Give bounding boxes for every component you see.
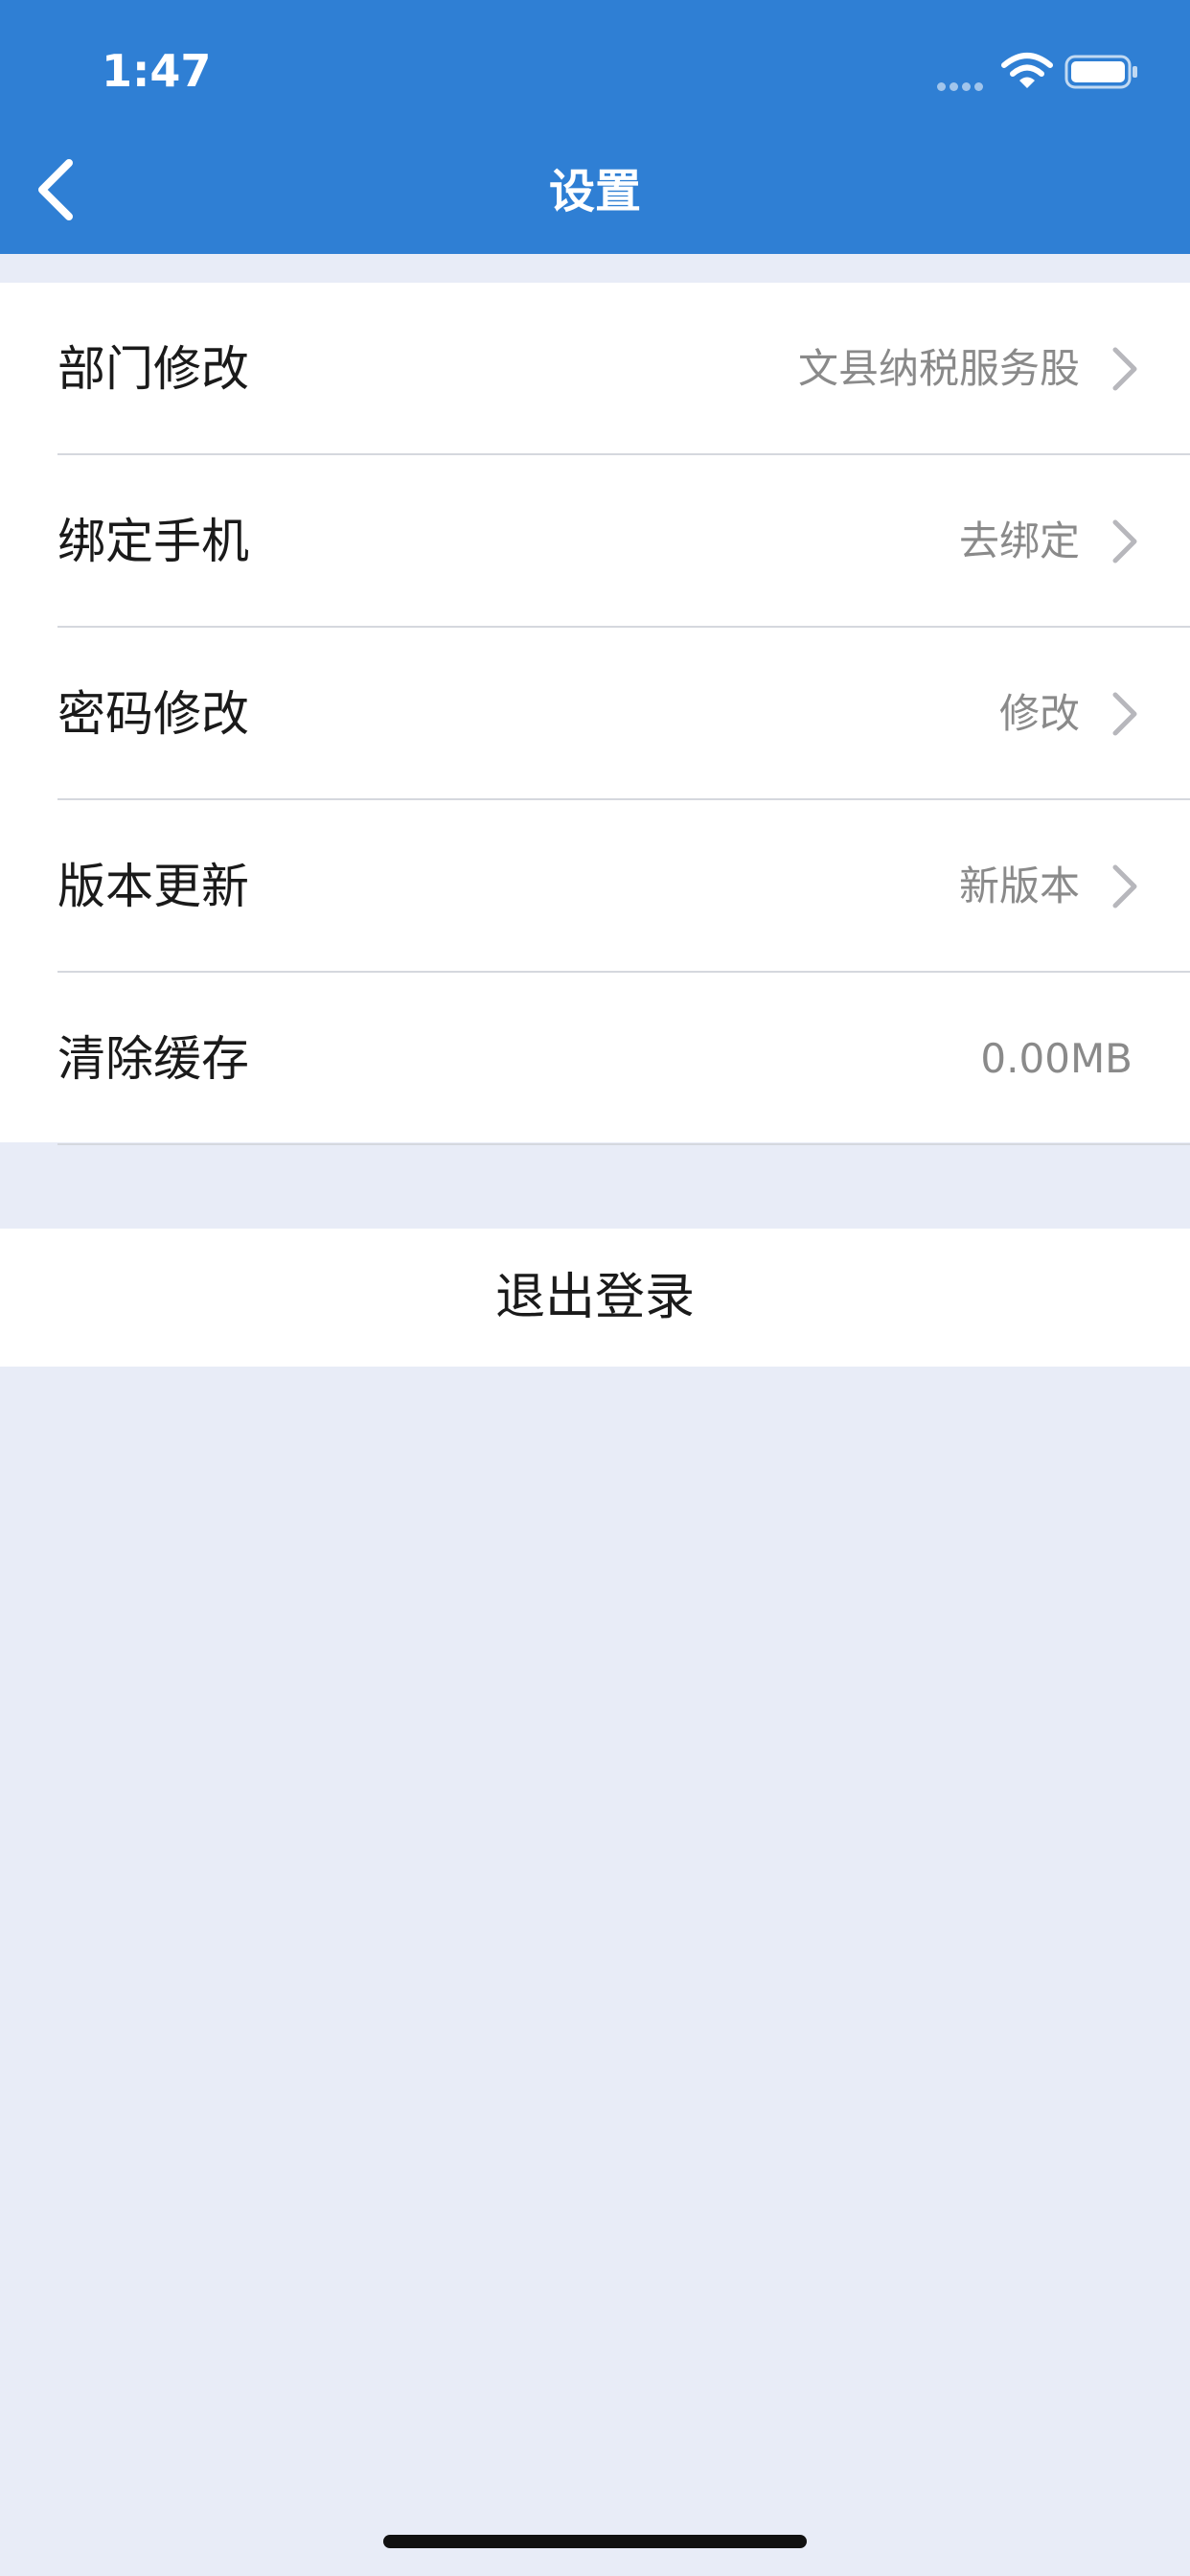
chevron-right-icon — [1112, 692, 1137, 736]
settings-item-label: 部门修改 — [57, 341, 249, 397]
page-title: 设置 — [548, 165, 641, 218]
divider — [57, 1143, 1190, 1145]
settings-item-password[interactable]: 密码修改 修改 — [0, 628, 1190, 800]
settings-item-label: 绑定手机 — [57, 514, 249, 569]
wifi-icon — [1001, 53, 1053, 88]
settings-item-value: 0.00MB — [980, 1035, 1133, 1082]
settings-item-value: 文县纳税服务股 — [797, 345, 1080, 392]
settings-item-value: 修改 — [998, 690, 1080, 737]
settings-item-bind-phone[interactable]: 绑定手机 去绑定 — [0, 455, 1190, 628]
settings-list: 部门修改 文县纳税服务股 绑定手机 去绑定 密码修改 修改 版本更新 新版本 清… — [0, 283, 1190, 1145]
chevron-right-icon — [1112, 519, 1137, 564]
settings-item-version-update[interactable]: 版本更新 新版本 — [0, 800, 1190, 973]
status-time: 1:47 — [102, 45, 212, 97]
settings-item-department[interactable]: 部门修改 文县纳税服务股 — [0, 283, 1190, 455]
settings-item-label: 清除缓存 — [57, 1031, 249, 1087]
battery-icon — [1064, 55, 1137, 89]
home-indicator[interactable] — [383, 2535, 807, 2548]
settings-item-value: 新版本 — [958, 862, 1080, 909]
settings-item-label: 版本更新 — [57, 859, 249, 914]
settings-item-value: 去绑定 — [958, 518, 1080, 564]
settings-item-clear-cache[interactable]: 清除缓存 0.00MB — [0, 973, 1190, 1145]
nav-header: 1:47 设置 — [0, 0, 1190, 254]
chevron-right-icon — [1112, 347, 1137, 391]
cellular-signal-icon — [937, 77, 991, 91]
settings-item-label: 密码修改 — [57, 686, 249, 742]
chevron-right-icon — [1112, 864, 1137, 908]
logout-button[interactable]: 退出登录 — [0, 1229, 1190, 1367]
